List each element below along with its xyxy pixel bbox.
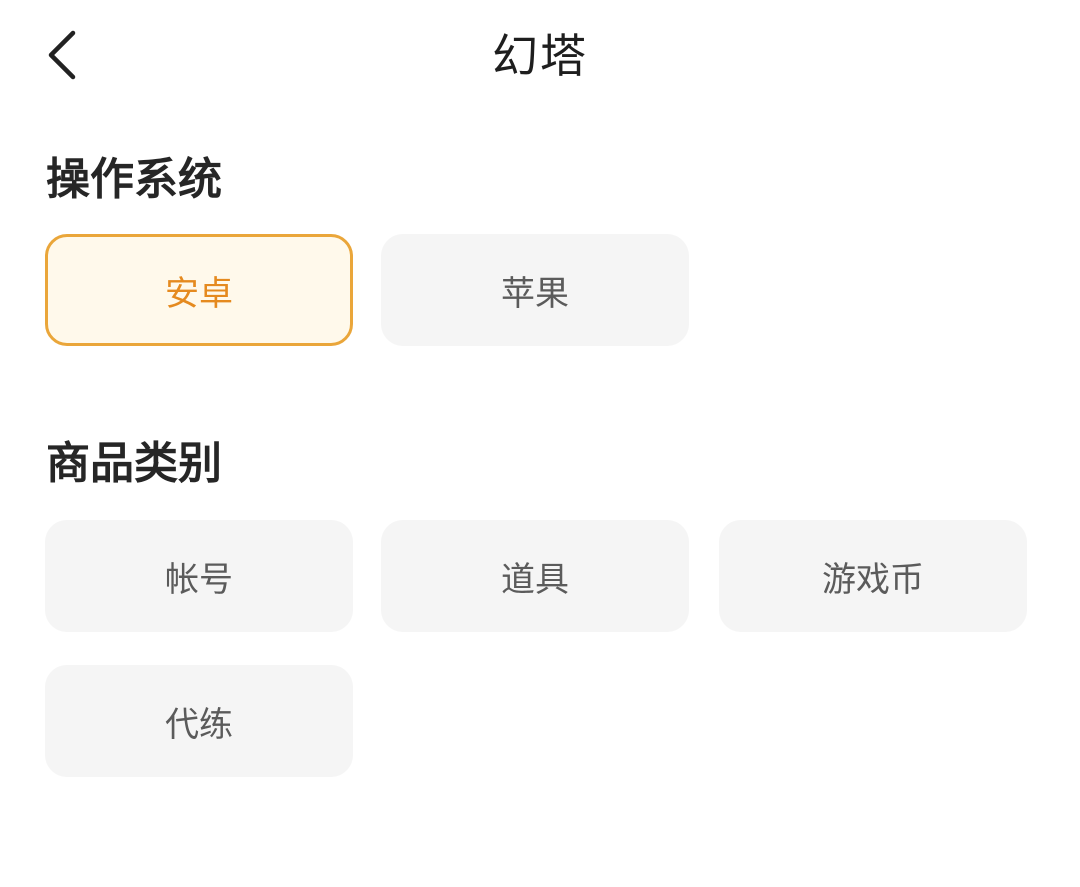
category-option-game-currency[interactable]: 游戏币 bbox=[719, 520, 1027, 632]
category-option-account[interactable]: 帐号 bbox=[45, 520, 353, 632]
category-option-items[interactable]: 道具 bbox=[381, 520, 689, 632]
top-bar: 幻塔 bbox=[0, 0, 1080, 112]
category-section-title: 商品类别 bbox=[46, 438, 222, 489]
page-title: 幻塔 bbox=[492, 29, 588, 83]
os-section-title: 操作系统 bbox=[46, 154, 222, 205]
os-option-apple[interactable]: 苹果 bbox=[381, 234, 689, 346]
os-option-android[interactable]: 安卓 bbox=[45, 234, 353, 346]
category-option-boosting[interactable]: 代练 bbox=[45, 665, 353, 777]
